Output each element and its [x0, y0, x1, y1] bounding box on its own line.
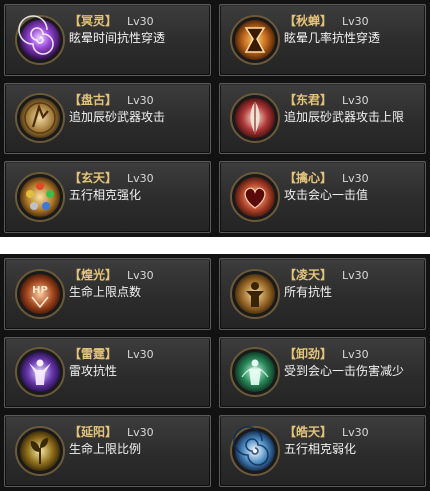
skill-description: 五行相克强化	[69, 188, 142, 203]
skill-name: 【盘古】	[69, 92, 118, 107]
skill-level: Lv30	[127, 93, 154, 107]
feather-icon	[230, 93, 280, 144]
skill-description: 受到会心一击伤害减少	[284, 363, 405, 378]
skill-level: Lv30	[127, 347, 154, 361]
skill-card-haotian[interactable]: 【皓天】 Lv30 五行相克弱化	[219, 415, 426, 487]
skill-description: 攻击会心一击值	[284, 188, 369, 203]
skill-screen: 【冥灵】 Lv30 眩晕时间抗性穿透 【秋蝉】 Lv30 眩晕几率抗性穿透 【盘…	[0, 0, 430, 491]
skill-card-huangguang[interactable]: HP 【煌光】 Lv30 生命上限点数	[4, 258, 211, 330]
skill-level: Lv30	[342, 93, 369, 107]
swirl-icon	[15, 14, 65, 65]
skill-level: Lv30	[342, 172, 369, 186]
green-figure-icon	[230, 347, 280, 398]
skill-description: 眩晕时间抗性穿透	[69, 31, 166, 45]
skill-panel-top: 【冥灵】 Lv30 眩晕时间抗性穿透 【秋蝉】 Lv30 眩晕几率抗性穿透 【盘…	[0, 0, 430, 237]
skill-name: 【秋蝉】	[284, 14, 333, 28]
skill-card-lingtian[interactable]: 【凌天】 Lv30 所有抗性	[219, 258, 426, 330]
skill-level: Lv30	[127, 269, 154, 282]
skill-card-yanyang[interactable]: 【延阳】 Lv30 生命上限比例	[4, 415, 211, 487]
skill-card-pangu[interactable]: 【盘古】 Lv30 追加辰砂武器攻击	[4, 82, 211, 155]
skill-card-xiejin[interactable]: 【卸劲】 Lv30 受到会心一击伤害减少	[219, 336, 426, 409]
skill-description: 眩晕几率抗性穿透	[284, 31, 381, 45]
heart-icon	[230, 172, 280, 223]
skill-name: 【东君】	[284, 92, 333, 107]
shield-figure-icon	[230, 268, 280, 319]
skill-level: Lv30	[342, 347, 369, 361]
skill-name: 【煌光】	[69, 268, 118, 282]
svg-text:HP: HP	[32, 285, 48, 296]
skill-name: 【冥灵】	[69, 14, 118, 28]
skill-description: 生命上限比例	[69, 442, 142, 457]
skill-description: 追加辰砂武器攻击上限	[284, 109, 405, 124]
skill-name: 【擒心】	[284, 171, 333, 186]
skill-level: Lv30	[342, 15, 369, 28]
skill-level: Lv30	[127, 172, 154, 186]
skill-name: 【玄天】	[69, 171, 118, 186]
hp-icon: HP	[15, 268, 65, 319]
skill-name: 【延阳】	[69, 425, 118, 440]
skill-level: Lv30	[127, 15, 154, 28]
skill-name: 【雷霆】	[69, 346, 118, 361]
skill-description: 五行相克弱化	[284, 442, 357, 457]
skill-card-mingling[interactable]: 【冥灵】 Lv30 眩晕时间抗性穿透	[4, 4, 211, 76]
skill-name: 【凌天】	[284, 268, 333, 282]
skill-description: 所有抗性	[284, 285, 333, 299]
skill-name: 【卸劲】	[284, 346, 333, 361]
skill-card-dongjun[interactable]: 【东君】 Lv30 追加辰砂武器攻击上限	[219, 82, 426, 155]
skill-card-leiting[interactable]: 【雷霆】 Lv30 雷攻抗性	[4, 336, 211, 409]
skill-card-xuantian[interactable]: 【玄天】 Lv30 五行相克强化	[4, 161, 211, 233]
skill-card-qiuchan[interactable]: 【秋蝉】 Lv30 眩晕几率抗性穿透	[219, 4, 426, 76]
lightning-figure-icon	[15, 347, 65, 398]
skill-card-qinxin[interactable]: 【擒心】 Lv30 攻击会心一击值	[219, 161, 426, 233]
skill-name: 【皓天】	[284, 425, 333, 440]
rune-circle-icon	[15, 93, 65, 144]
skill-description: 追加辰砂武器攻击	[69, 109, 166, 124]
skill-panel-bottom: HP 【煌光】 Lv30 生命上限点数 【凌天】 Lv30 所有抗性 【雷霆】 …	[0, 254, 430, 491]
skill-level: Lv30	[342, 426, 369, 440]
plant-icon	[15, 426, 65, 477]
skill-level: Lv30	[342, 269, 369, 282]
hourglass-icon	[230, 14, 280, 65]
five-elements-icon	[15, 172, 65, 223]
skill-description: 生命上限点数	[69, 285, 142, 299]
skill-level: Lv30	[127, 426, 154, 440]
skill-description: 雷攻抗性	[69, 363, 118, 378]
spiral-icon	[230, 426, 280, 477]
